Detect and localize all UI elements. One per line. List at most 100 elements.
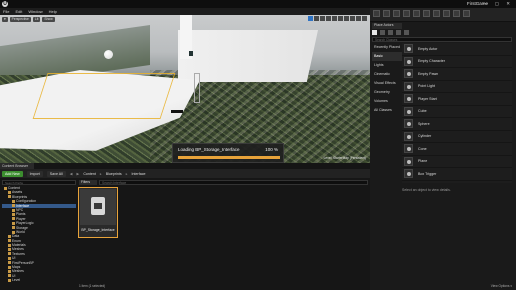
- maximize-viewport-icon[interactable]: [362, 16, 367, 21]
- rotation-snap-icon[interactable]: [344, 16, 349, 21]
- unreal-logo-icon: U: [2, 1, 8, 7]
- tree-folder-label: Meshes: [12, 247, 24, 252]
- source-control-icon[interactable]: [383, 10, 390, 17]
- breadcrumb-interface[interactable]: Interface: [132, 172, 146, 176]
- category-recently-placed[interactable]: Recently Placed: [372, 43, 402, 52]
- list-item[interactable]: Empty Character: [402, 56, 512, 68]
- viewport-small-cube[interactable]: [189, 51, 193, 56]
- loading-percent: 100 %: [265, 147, 278, 152]
- import-button[interactable]: Import: [26, 170, 43, 177]
- save-all-button[interactable]: Save All: [46, 170, 66, 177]
- category-volumes[interactable]: Volumes: [372, 97, 402, 106]
- geometry-mode-icon[interactable]: [404, 30, 409, 35]
- forward-arrow-icon[interactable]: ▶: [77, 172, 80, 176]
- list-item[interactable]: Cube: [402, 106, 512, 118]
- launch-icon[interactable]: [463, 10, 470, 17]
- tree-folder-label: Content: [8, 186, 20, 190]
- list-item[interactable]: Cylinder: [402, 131, 512, 143]
- translate-tool-icon[interactable]: [308, 16, 313, 21]
- scale-tool-icon[interactable]: [320, 16, 325, 21]
- landscape-mode-icon[interactable]: [388, 30, 393, 35]
- place-actors-tab[interactable]: Place Actors: [372, 23, 402, 29]
- list-item-label: Cylinder: [418, 134, 432, 139]
- add-new-button[interactable]: Add New: [2, 170, 23, 177]
- content-icon[interactable]: [393, 10, 400, 17]
- menu-edit[interactable]: Edit: [15, 9, 22, 14]
- viewport-player-start[interactable]: [194, 73, 200, 103]
- breadcrumb-blueprints[interactable]: Blueprints: [106, 172, 122, 176]
- show-button[interactable]: Show: [42, 16, 55, 22]
- selection-outline: [33, 73, 176, 119]
- viewport-drone-actor[interactable]: [171, 110, 183, 113]
- viewport-menu-button[interactable]: ▾: [2, 16, 8, 22]
- menu-help[interactable]: Help: [49, 9, 57, 14]
- category-cinematic[interactable]: Cinematic: [372, 70, 402, 79]
- camera-speed-icon[interactable]: [356, 16, 361, 21]
- world-local-icon[interactable]: [326, 16, 331, 21]
- list-item[interactable]: Plane: [402, 156, 512, 168]
- filters-button[interactable]: Filters: [79, 180, 97, 185]
- cone-icon: [404, 144, 413, 154]
- tree-folder-label: Data: [12, 234, 20, 239]
- rotate-tool-icon[interactable]: [314, 16, 319, 21]
- cinematics-icon[interactable]: [433, 10, 440, 17]
- details-empty-text: Select an object to view details.: [402, 188, 451, 192]
- search-classes-input[interactable]: Search Classes: [372, 37, 512, 42]
- breadcrumb-content[interactable]: Content: [83, 172, 96, 176]
- view-options-button[interactable]: View Options ▾: [491, 284, 512, 288]
- save-icon[interactable]: [373, 10, 380, 17]
- folder-icon: [8, 252, 11, 256]
- search-paths-input[interactable]: Search Paths: [2, 180, 76, 185]
- list-item[interactable]: Sphere: [402, 118, 512, 131]
- folder-icon: [8, 195, 11, 199]
- empty-pawn-icon: [404, 69, 413, 79]
- list-item-label: Sphere: [418, 121, 430, 126]
- settings-icon[interactable]: [413, 10, 420, 17]
- player-start-icon: [404, 94, 413, 104]
- foliage-mode-icon[interactable]: [396, 30, 401, 35]
- list-item-label: Empty Actor: [418, 46, 438, 51]
- category-geometry[interactable]: Geometry: [372, 88, 402, 97]
- level-viewport[interactable]: ▾ Perspective Lit Show Loading BP_Storag…: [0, 15, 370, 163]
- menu-file[interactable]: File: [3, 9, 9, 14]
- back-arrow-icon[interactable]: ◀: [70, 172, 73, 176]
- tree-folder-label: PlayerLogic: [16, 221, 34, 226]
- loading-dialog: Loading BP_Storage_Interface 100 %: [172, 143, 284, 163]
- build-icon[interactable]: [443, 10, 450, 17]
- marketplace-icon[interactable]: [403, 10, 410, 17]
- scale-snap-icon[interactable]: [350, 16, 355, 21]
- list-item[interactable]: Empty Pawn: [402, 68, 512, 81]
- category-basic[interactable]: Basic: [372, 52, 402, 61]
- loading-progress-fill: [178, 156, 280, 159]
- asset-tile[interactable]: BP_Storage_Interface: [78, 187, 118, 238]
- folder-icon: [12, 217, 15, 221]
- lit-button[interactable]: Lit: [32, 16, 41, 22]
- menu-bar: File Edit Window Help: [0, 8, 370, 15]
- category-all-classes[interactable]: All Classes: [372, 106, 402, 115]
- grid-snap-icon[interactable]: [338, 16, 343, 21]
- folder-icon: [8, 265, 11, 269]
- folder-icon: [8, 270, 11, 274]
- tree-folder[interactable]: Level: [2, 278, 76, 282]
- list-item[interactable]: Point Light: [402, 81, 512, 93]
- surface-snap-icon[interactable]: [332, 16, 337, 21]
- category-visual-effects[interactable]: Visual Effects: [372, 79, 402, 88]
- list-item[interactable]: Box Trigger: [402, 168, 512, 181]
- viewport-sphere-actor[interactable]: [104, 50, 113, 59]
- folder-icon: [8, 261, 11, 265]
- perspective-button[interactable]: Perspective: [9, 16, 31, 22]
- menu-window[interactable]: Window: [28, 9, 42, 14]
- list-item-label: Cube: [418, 109, 427, 114]
- category-lights[interactable]: Lights: [372, 61, 402, 70]
- search-assets-input[interactable]: Search Interface: [99, 180, 368, 185]
- window-controls[interactable]: — ▢ ✕: [483, 1, 513, 7]
- play-icon[interactable]: [453, 10, 460, 17]
- place-mode-icon[interactable]: [372, 30, 377, 35]
- list-item[interactable]: Cone: [402, 143, 512, 156]
- list-item-label: Empty Character: [418, 59, 445, 64]
- paint-mode-icon[interactable]: [380, 30, 385, 35]
- list-item[interactable]: Empty Actor: [402, 43, 512, 56]
- blueprints-icon[interactable]: [423, 10, 430, 17]
- folder-icon: [12, 199, 15, 203]
- list-item[interactable]: Player Start: [402, 93, 512, 106]
